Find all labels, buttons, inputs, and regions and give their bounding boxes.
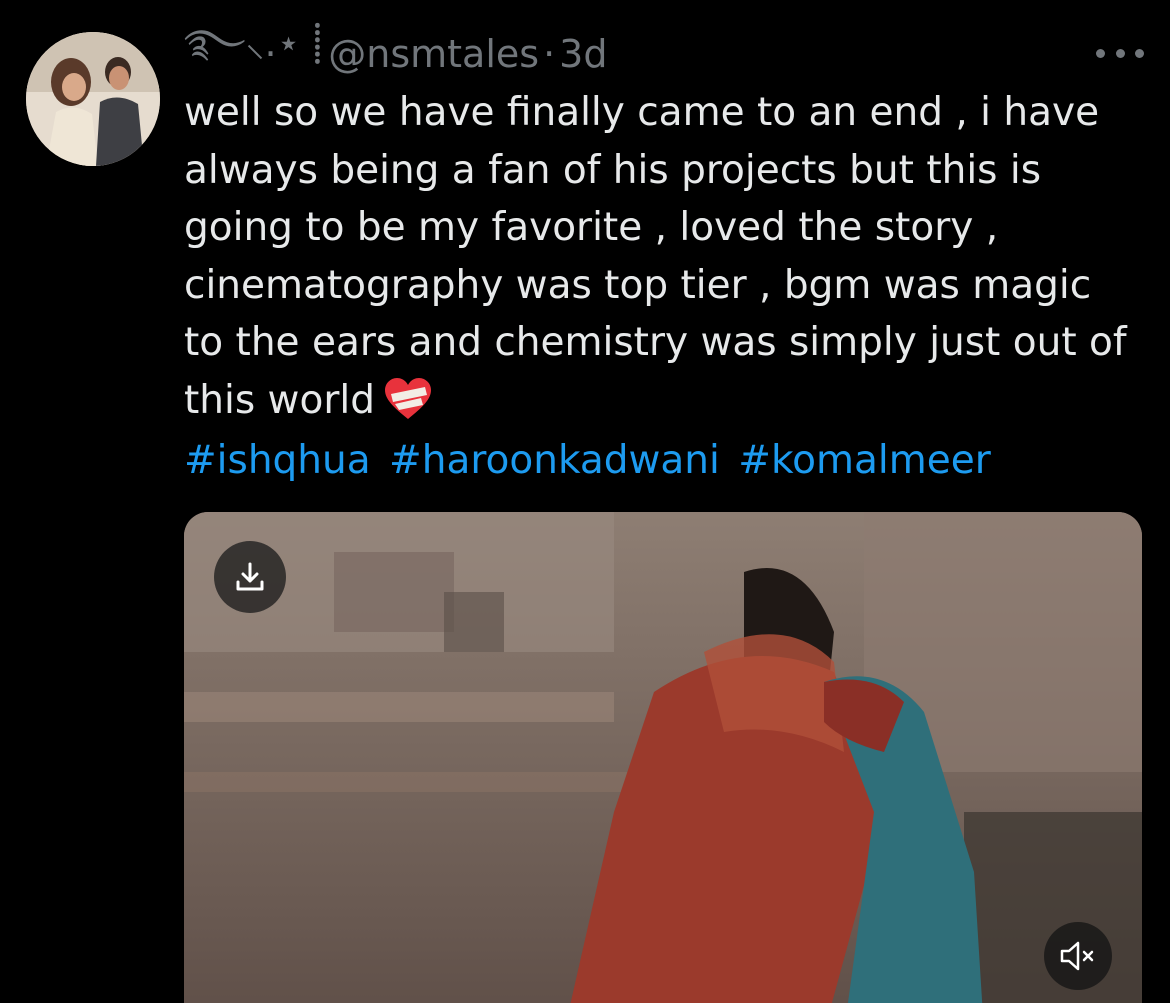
separator-dot: · [543,32,556,76]
tweet-text-line: well so we have finally came to an end ,… [184,90,1100,135]
hashtag-ishqhua[interactable]: #ishqhua [184,438,371,483]
tweet-text-line: this world [184,377,375,423]
video-frame [184,512,1142,1003]
hashtag-komalmeer[interactable]: #komalmeer [738,438,990,483]
tweet-text-line: cinematography was top tier , bgm was ma… [184,262,1092,308]
tweet-text-line: to the ears and chemistry was simply jus… [184,320,1127,365]
mute-button[interactable] [1044,922,1112,990]
tweet-text-line-last: this world [184,372,1154,430]
timestamp[interactable]: 3d [559,32,607,76]
download-icon [236,562,264,591]
more-icon[interactable] [1096,38,1144,68]
volume-muted-icon [1060,941,1094,971]
handle[interactable]: @nsmtales [328,32,539,76]
hashtags: #ishqhua #haroonkadwani #komalmeer [184,432,997,489]
hashtag-haroonkadwani[interactable]: #haroonkadwani [389,438,720,483]
download-button[interactable] [214,541,286,613]
tweet-text: well so we have finally came to an end ,… [184,84,1154,429]
avatar-image [26,32,160,166]
tweet-header: ࿐⸜.⋆ ⸽ @nsmtales · 3d [184,21,607,82]
mending-heart-icon [384,377,431,419]
avatar[interactable] [26,32,160,166]
tweet-text-line: always being a fan of his projects but t… [184,147,1042,193]
video-player[interactable] [184,512,1142,1003]
tweet-text-line: going to be my favorite , loved the stor… [184,205,999,250]
